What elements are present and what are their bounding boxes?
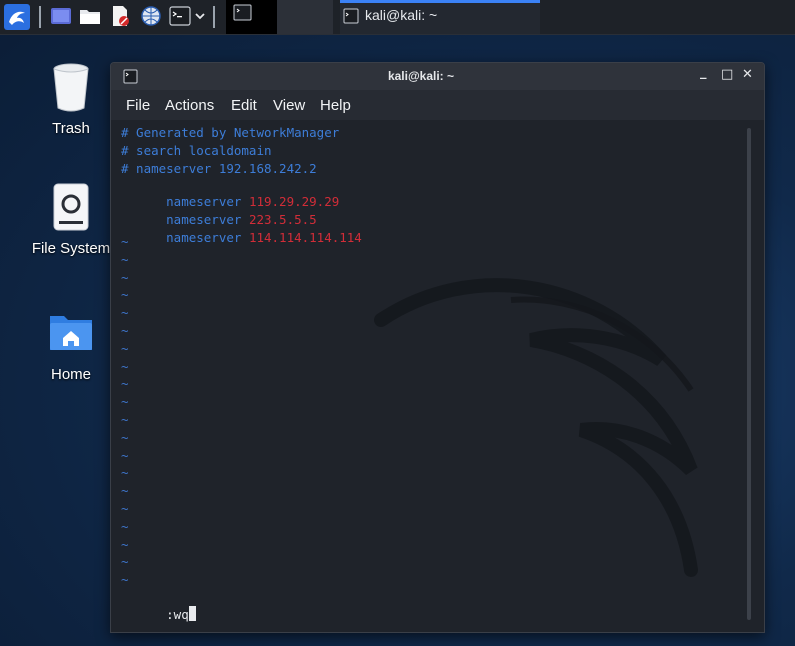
empty-line-tilde: ~ [121,501,129,516]
terminal-area[interactable]: # Generated by NetworkManager # search l… [111,120,764,632]
nameserver-line: nameserver 114.114.114.114 [121,215,362,245]
empty-line-tilde: ~ [121,394,129,410]
workspace-2-button[interactable] [277,0,333,34]
empty-line-tilde: ~ [121,340,129,356]
kali-dragon-watermark [361,240,764,604]
terminal-icon[interactable] [169,5,191,27]
comment-line: # nameserver 192.168.242.2 [121,161,317,176]
empty-line-tilde: ~ [121,572,129,588]
empty-line-tilde: ~ [121,447,129,463]
nameserver-value: 114.114.114.114 [248,230,362,245]
text-editor-icon[interactable] [109,5,131,27]
menu-edit[interactable]: Edit [231,97,257,114]
show-desktop-icon[interactable] [50,5,72,27]
desktop-item-label: Home [50,366,91,383]
workspace-1-button[interactable] [226,0,277,34]
empty-line-tilde: ~ [121,234,129,249]
trash-icon [51,62,91,114]
web-browser-icon[interactable] [140,5,162,27]
desktop-item-label: File System [31,240,111,257]
vim-command: :wq [166,607,189,622]
desktop-item-file-system[interactable]: File System [26,183,116,257]
drive-icon [52,183,90,231]
empty-line-tilde: ~ [121,376,129,392]
terminal-window: kali@kali: ~ _ □ ✕ File Actions Edit Vie… [110,62,765,633]
nameserver-line: nameserver 223.5.5.5 [121,197,317,227]
kali-menu-icon[interactable] [4,4,30,30]
title-bar[interactable]: kali@kali: ~ _ □ ✕ [111,63,764,90]
command-line[interactable]: :wq [121,591,196,622]
empty-line-tilde: ~ [121,429,129,445]
empty-line-tilde: ~ [121,251,129,267]
empty-line-tilde: ~ [121,536,129,552]
file-manager-icon[interactable] [79,5,101,27]
task-title: kali@kali: ~ [365,7,438,23]
empty-line-tilde: ~ [121,412,129,427]
empty-line-tilde: ~ [121,287,129,303]
menu-actions[interactable]: Actions [165,97,214,114]
empty-line-tilde: ~ [121,554,129,570]
taskbar-separator [39,6,41,28]
comment-line: # search localdomain [121,143,272,158]
taskbar-separator [213,6,215,28]
empty-line-tilde: ~ [121,358,129,374]
taskbar: kali@kali: ~ [0,0,795,35]
chevron-down-icon[interactable] [193,5,207,27]
empty-line-tilde: ~ [121,269,129,285]
text-cursor [188,606,196,621]
terminal-window-icon [343,8,359,28]
nameserver-keyword: nameserver [166,230,242,245]
menu-file[interactable]: File [126,97,150,114]
window-title: kali@kali: ~ [387,69,455,83]
nameserver-line: nameserver 119.29.29.29 [121,179,339,209]
scrollbar[interactable] [747,128,751,620]
menu-help[interactable]: Help [320,97,351,114]
desktop-item-trash[interactable]: Trash [26,62,116,137]
menu-bar: File Actions Edit View Help [111,90,764,120]
empty-line-tilde: ~ [121,518,129,534]
taskbar-task-terminal[interactable]: kali@kali: ~ [340,0,540,34]
empty-line-tilde: ~ [121,323,129,338]
home-folder-icon [49,312,93,352]
desktop-item-label: Trash [52,120,90,137]
empty-line-tilde: ~ [121,465,129,481]
desktop-item-home[interactable]: Home [26,312,116,383]
menu-view[interactable]: View [273,97,305,114]
close-button[interactable]: ✕ [742,67,753,82]
comment-line: # Generated by NetworkManager [121,125,340,140]
empty-line-tilde: ~ [121,305,129,321]
minimize-button[interactable]: _ [700,65,707,80]
maximize-button[interactable]: □ [721,67,733,82]
empty-line-tilde: ~ [121,483,129,499]
